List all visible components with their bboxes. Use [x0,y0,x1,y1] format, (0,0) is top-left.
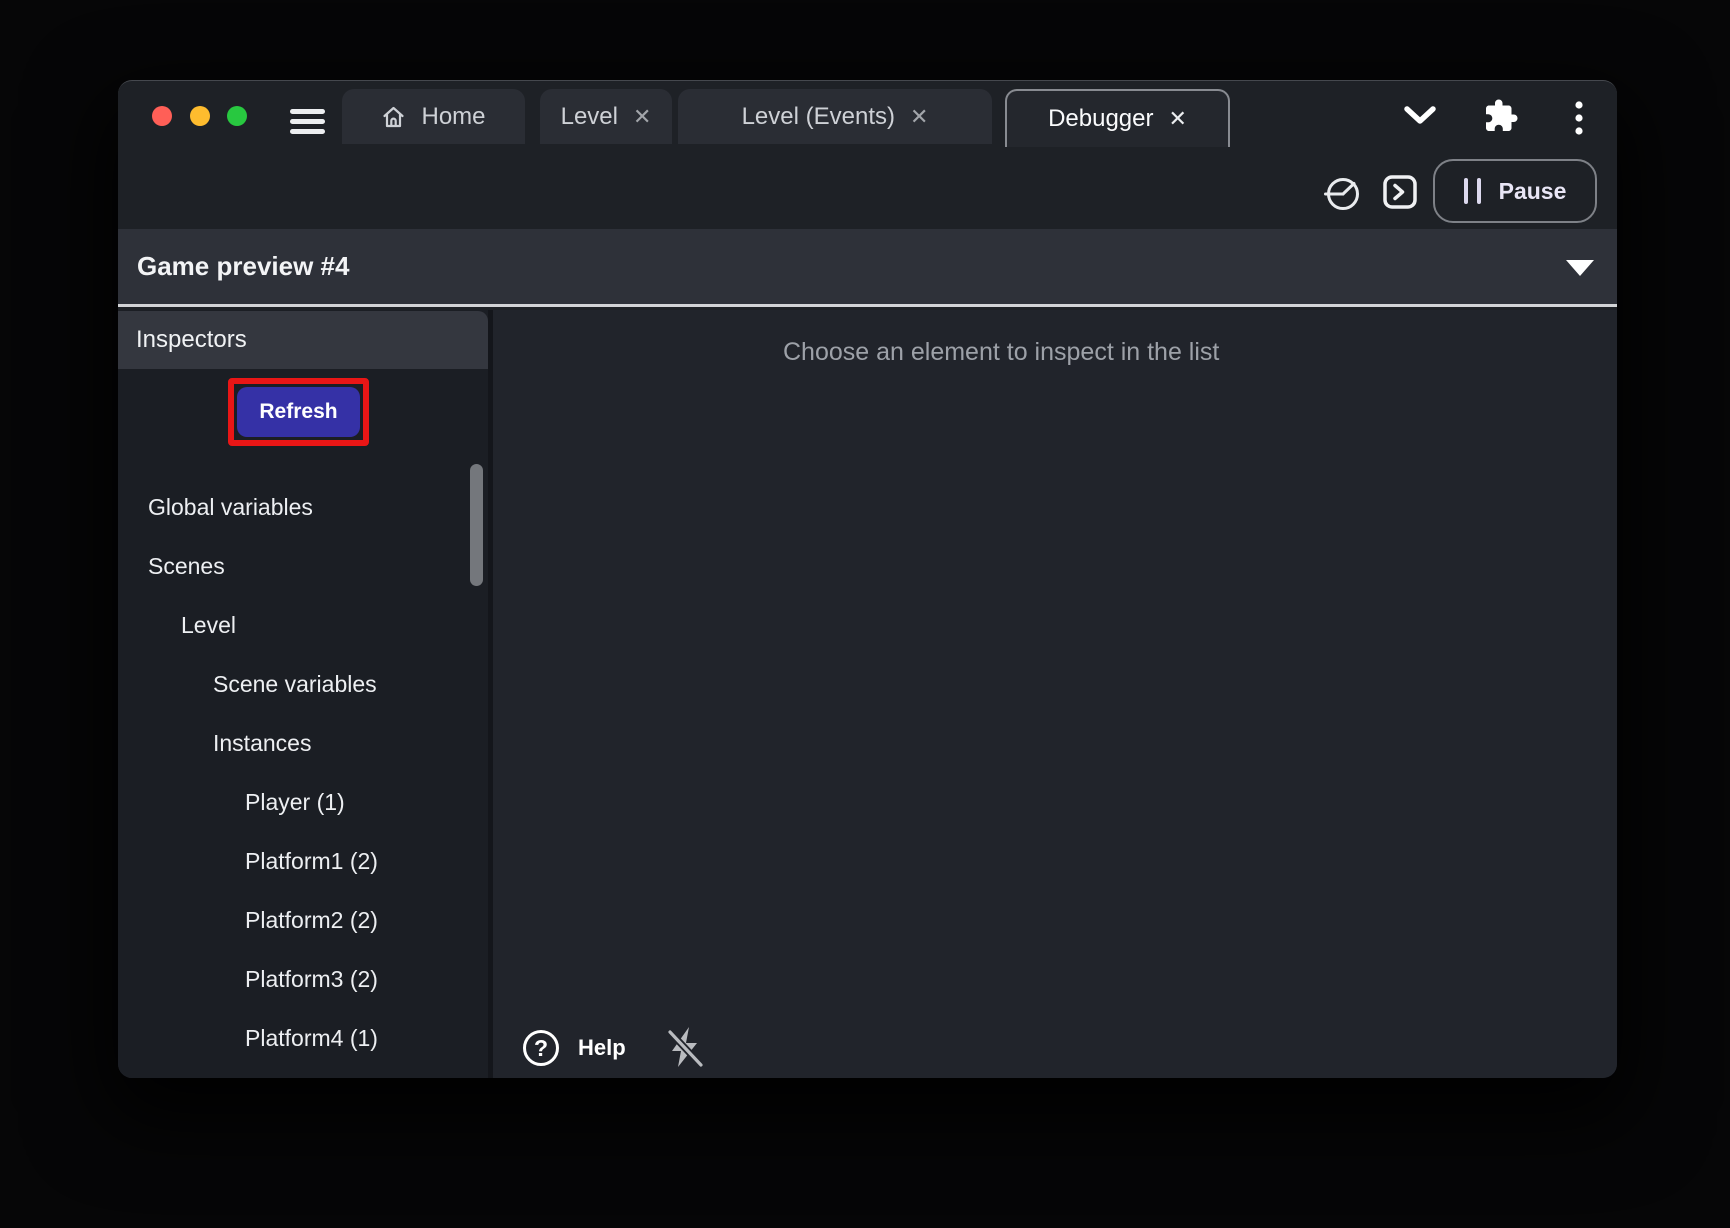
close-tab-icon[interactable]: ✕ [1168,106,1186,132]
home-icon [381,104,406,130]
tab-label: Level [561,103,618,131]
console-icon[interactable] [1381,173,1419,211]
zoom-window-button[interactable] [227,106,247,126]
tab-level-events[interactable]: Level (Events) ✕ [678,89,992,144]
tree-item-platform3[interactable]: Platform3 (2) [118,950,488,1009]
app-window: Home Level ✕ Level (Events) ✕ Debugger ✕… [118,80,1617,1078]
minimize-window-button[interactable] [190,106,210,126]
tree-item-platform1[interactable]: Platform1 (2) [118,832,488,891]
sidebar-scrollbar[interactable] [470,464,483,586]
tab-label: Debugger [1048,105,1153,133]
tree-item-platform2[interactable]: Platform2 (2) [118,891,488,950]
inspectors-title: Inspectors [136,326,247,354]
tree-item-instances[interactable]: Instances [118,714,488,773]
hamburger-menu-icon[interactable] [290,109,325,134]
pause-icon [1464,178,1481,204]
annotation-highlight-box: Refresh [228,378,369,446]
preview-selector[interactable]: Game preview #4 [118,229,1617,307]
pause-label: Pause [1499,178,1567,205]
pause-button[interactable]: Pause [1433,159,1597,223]
tree-item-level[interactable]: Level [118,596,488,655]
tab-debugger[interactable]: Debugger ✕ [1005,89,1230,147]
help-icon: ? [523,1030,559,1066]
tab-label: Home [421,103,485,131]
extensions-puzzle-icon[interactable] [1483,98,1519,134]
preview-dropdown-caret-icon [1566,260,1594,276]
refresh-button[interactable]: Refresh [237,387,360,437]
help-button[interactable]: ? Help [523,1030,626,1066]
close-window-button[interactable] [152,106,172,126]
preview-title: Game preview #4 [137,251,349,282]
tab-label: Level (Events) [742,103,895,131]
tab-home[interactable]: Home [342,89,525,144]
flash-off-icon[interactable] [661,1024,707,1070]
tree-item-scenes[interactable]: Scenes [118,537,488,596]
kebab-menu-icon[interactable] [1574,101,1584,135]
help-label: Help [578,1035,626,1061]
close-tab-icon[interactable]: ✕ [910,104,928,130]
inspectors-sidebar: Inspectors Refresh Global variables Scen… [118,310,488,1078]
tree-item-scene-variables[interactable]: Scene variables [118,655,488,714]
inspector-tree: Global variables Scenes Level Scene vari… [118,478,488,1068]
tab-level[interactable]: Level ✕ [540,89,672,144]
inspectors-header: Inspectors [118,311,488,369]
inspector-detail-panel: Choose an element to inspect in the list… [493,310,1617,1078]
tree-item-global-variables[interactable]: Global variables [118,478,488,537]
tree-item-platform4[interactable]: Platform4 (1) [118,1009,488,1068]
empty-state-message: Choose an element to inspect in the list [783,338,1219,367]
close-tab-icon[interactable]: ✕ [633,104,651,130]
chevron-down-icon[interactable] [1402,103,1438,127]
tree-item-player[interactable]: Player (1) [118,773,488,832]
profiler-gauge-icon[interactable] [1324,175,1362,213]
